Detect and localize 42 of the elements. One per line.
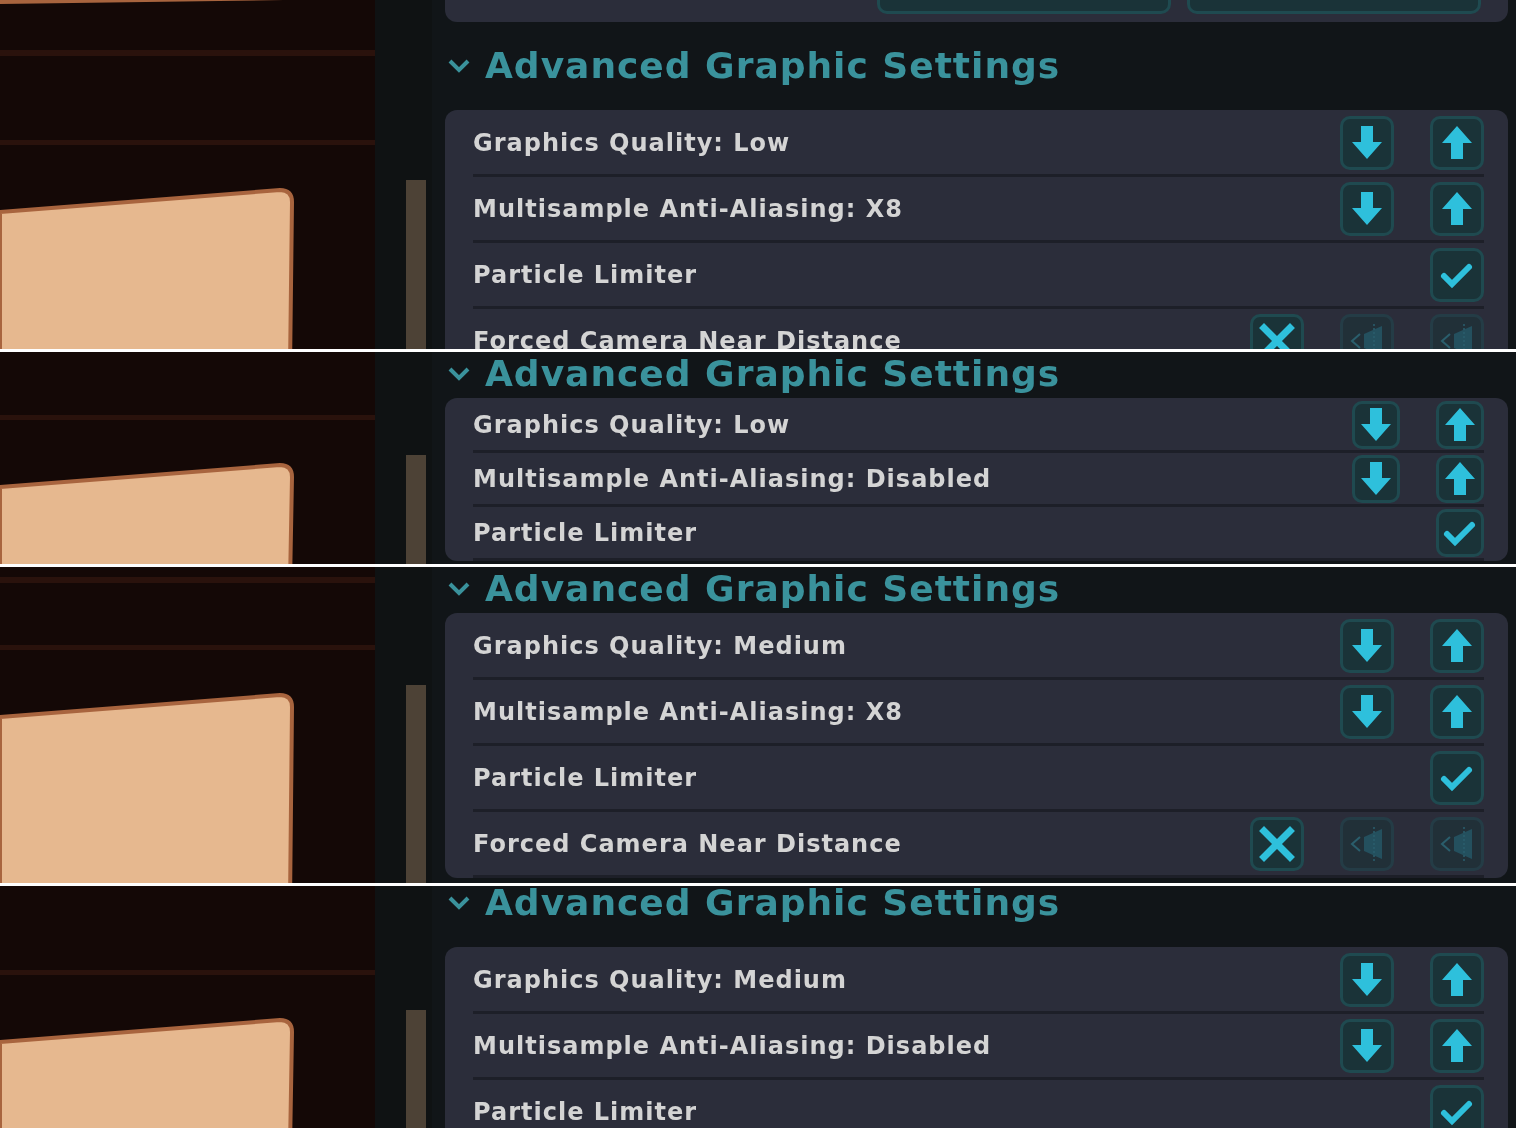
setting-label: Multisample Anti-Aliasing: Disabled: [473, 463, 993, 495]
decrease-button[interactable]: [1340, 618, 1394, 673]
chevron-icon[interactable]: [447, 895, 471, 911]
increase-button[interactable]: [1430, 684, 1484, 739]
increase-button[interactable]: [1436, 400, 1484, 449]
decrease-button[interactable]: [1352, 400, 1400, 449]
setting-label: Forced Camera Near Distance: [473, 828, 903, 860]
chevron-icon[interactable]: [447, 58, 471, 74]
section-title: Advanced Graphic Settings: [485, 352, 1061, 396]
toggle-button[interactable]: [1430, 247, 1484, 302]
setting-label: Graphics Quality: Medium: [473, 630, 848, 662]
chevron-icon[interactable]: [447, 366, 471, 382]
setting-label: Particle Limiter: [473, 259, 699, 291]
increase-button[interactable]: [1430, 181, 1484, 236]
increase-button[interactable]: [1430, 1018, 1484, 1073]
setting-label: Forced Camera Near Distance: [473, 325, 903, 349]
chevron-icon[interactable]: [447, 581, 471, 597]
increase-button[interactable]: [1430, 115, 1484, 170]
setting-label: Multisample Anti-Aliasing: X8: [473, 696, 904, 728]
decrease-button[interactable]: [1340, 952, 1394, 1007]
setting-label: Graphics Quality: Low: [473, 409, 792, 441]
toggle-button[interactable]: [1430, 750, 1484, 805]
decrease-button[interactable]: [1340, 181, 1394, 236]
increase-button[interactable]: [1430, 952, 1484, 1007]
setting-label: Particle Limiter: [473, 517, 699, 549]
setting-label: Graphics Quality: Low: [473, 127, 792, 159]
setting-label: Multisample Anti-Aliasing: X8: [473, 193, 904, 225]
decrease-button[interactable]: [1340, 684, 1394, 739]
setting-label: Particle Limiter: [473, 762, 699, 794]
decrease-button[interactable]: [1352, 454, 1400, 503]
section-title: Advanced Graphic Settings: [485, 567, 1061, 611]
section-title: Advanced Graphic Settings: [485, 44, 1061, 88]
section-title: Advanced Graphic Settings: [485, 886, 1061, 925]
toggle-button[interactable]: [1430, 1084, 1484, 1128]
increase-button[interactable]: [1436, 454, 1484, 503]
toggle-button[interactable]: [1436, 508, 1484, 557]
decrease-button[interactable]: [1340, 115, 1394, 170]
decrease-button[interactable]: [1340, 1018, 1394, 1073]
setting-label: Particle Limiter: [473, 1096, 699, 1128]
increase-button[interactable]: [1430, 618, 1484, 673]
setting-label: Graphics Quality: Medium: [473, 964, 848, 996]
setting-label: Multisample Anti-Aliasing: Disabled: [473, 1030, 993, 1062]
